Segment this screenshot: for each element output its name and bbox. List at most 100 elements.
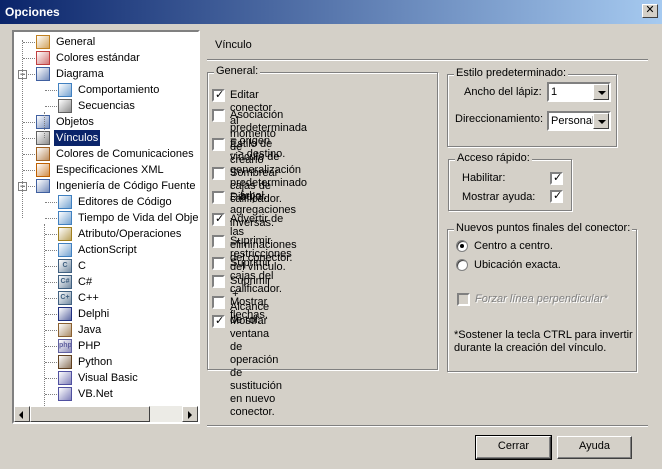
tree-item-label: Visual Basic xyxy=(78,372,138,384)
tree-connector-line xyxy=(23,154,35,155)
options-tree[interactable]: General Colores estándar Diagrama − Comporta… xyxy=(12,30,200,424)
tree-connector-line xyxy=(45,202,57,203)
help-button-label: Ayuda xyxy=(579,440,610,452)
tree-item-label: C# xyxy=(78,276,93,288)
option-checkbox[interactable]: ✓ xyxy=(212,89,225,102)
pen-width-value: 1 xyxy=(551,86,558,98)
tree-connector-line xyxy=(45,378,57,379)
actionscript-icon xyxy=(58,243,72,257)
general-group-label: General: xyxy=(214,65,261,77)
option-checkbox[interactable] xyxy=(212,235,225,248)
tree-item-label: Tiempo de Vida del Objeto xyxy=(78,212,198,224)
quick-access-label: Acceso rápido: xyxy=(455,152,532,164)
pen-width-select[interactable]: 1 xyxy=(547,82,611,102)
tree-connector-line xyxy=(22,40,23,218)
routing-value: Personali xyxy=(551,115,593,127)
help-button[interactable]: Ayuda xyxy=(557,436,632,459)
tree-connector-line xyxy=(23,74,35,75)
radio-button[interactable] xyxy=(456,259,468,271)
sequence-icon xyxy=(58,99,72,113)
visual-basic-icon xyxy=(58,371,72,385)
tree-item-label: C xyxy=(78,260,86,272)
tree-connector-line xyxy=(45,314,57,315)
tree-item-label: Python xyxy=(78,356,113,368)
folder-icon xyxy=(36,67,50,81)
java-icon xyxy=(58,323,72,337)
csharp-icon: C# xyxy=(58,275,72,289)
radio-button[interactable] xyxy=(456,240,468,252)
radio-label: Ubicación exacta. xyxy=(474,259,561,271)
title-bar[interactable]: Opciones ✕ xyxy=(0,0,662,24)
tree-connector-line xyxy=(23,42,35,43)
tree-connector-line xyxy=(23,170,35,171)
delphi-icon xyxy=(58,307,72,321)
show-help-checkbox[interactable]: ✓ xyxy=(550,190,563,203)
scroll-right-button[interactable] xyxy=(182,406,198,422)
links-icon xyxy=(36,131,50,145)
close-button[interactable]: Cerrar xyxy=(475,435,552,460)
checkmark-icon: ✓ xyxy=(215,315,225,327)
close-window-button[interactable]: ✕ xyxy=(642,4,658,18)
close-button-label: Cerrar xyxy=(497,440,530,452)
radio-label: Centro a centro. xyxy=(474,240,553,252)
routing-dropdown-button[interactable] xyxy=(593,113,609,129)
option-checkbox[interactable] xyxy=(212,257,225,270)
chevron-down-icon xyxy=(598,120,606,124)
checkmark-icon: ✓ xyxy=(553,172,563,184)
scroll-left-button[interactable] xyxy=(14,406,30,422)
tree-horizontal-scrollbar[interactable] xyxy=(14,406,198,422)
tree-item-label: Delphi xyxy=(78,308,110,320)
palette-icon xyxy=(36,51,50,65)
tree-connector-line xyxy=(45,362,57,363)
arrow-right-icon xyxy=(188,411,192,419)
option-checkbox[interactable] xyxy=(212,109,225,122)
option-label: Mostrar ventana de operación de sustituc… xyxy=(230,315,282,418)
scroll-thumb[interactable] xyxy=(30,406,150,422)
tree-connector-line xyxy=(45,218,57,219)
quick-access-group: Acceso rápido: xyxy=(448,152,572,211)
option-checkbox[interactable] xyxy=(212,296,225,309)
option-checkbox[interactable] xyxy=(212,138,225,151)
routing-select[interactable]: Personali xyxy=(547,111,611,131)
option-checkbox[interactable] xyxy=(212,275,225,288)
objects-icon xyxy=(36,115,50,129)
enable-checkbox[interactable]: ✓ xyxy=(550,172,563,185)
tree-item-label: General xyxy=(56,36,96,48)
tree-item-label: Colores de Comunicaciones xyxy=(56,148,194,160)
pen-width-dropdown-button[interactable] xyxy=(593,84,609,100)
tree-connector-line xyxy=(45,266,57,267)
tree-item-label: Atributo/Operaciones xyxy=(78,228,182,240)
tree-item-label: PHP xyxy=(78,340,101,352)
tree-connector-line xyxy=(23,122,35,123)
tree-connector-line xyxy=(44,112,45,138)
option-checkbox[interactable] xyxy=(212,167,225,180)
tree-connector-line xyxy=(45,346,57,347)
arrow-left-icon xyxy=(19,411,23,419)
cpp-icon: C+ xyxy=(58,291,72,305)
tree-item-label: Ingeniería de Código Fuente xyxy=(56,180,196,192)
communications-icon xyxy=(36,147,50,161)
tree-connector-line xyxy=(45,106,57,107)
c-language-icon: C xyxy=(58,259,72,273)
object-lifetime-icon xyxy=(58,211,72,225)
window-title: Opciones xyxy=(5,5,60,19)
tree-connector-line xyxy=(45,330,57,331)
python-icon xyxy=(58,355,72,369)
tree-connector-line xyxy=(45,234,57,235)
attribute-icon xyxy=(58,227,72,241)
general-icon xyxy=(36,35,50,49)
tree-connector-line xyxy=(23,186,35,187)
option-checkbox[interactable] xyxy=(212,191,225,204)
tree-connector-line xyxy=(45,250,57,251)
page-title: Vínculo xyxy=(215,39,252,51)
option-checkbox[interactable]: ✓ xyxy=(212,213,225,226)
tree-item-label: Java xyxy=(78,324,102,336)
option-checkbox[interactable]: ✓ xyxy=(212,315,225,328)
checkmark-icon: ✓ xyxy=(553,190,563,202)
tree-connector-line xyxy=(45,90,57,91)
tree-connector-line xyxy=(45,298,57,299)
document-icon xyxy=(58,83,72,97)
force-perpendicular-checkbox xyxy=(457,293,470,306)
enable-label: Habilitar: xyxy=(462,172,506,184)
radio-dot-icon xyxy=(460,244,464,248)
